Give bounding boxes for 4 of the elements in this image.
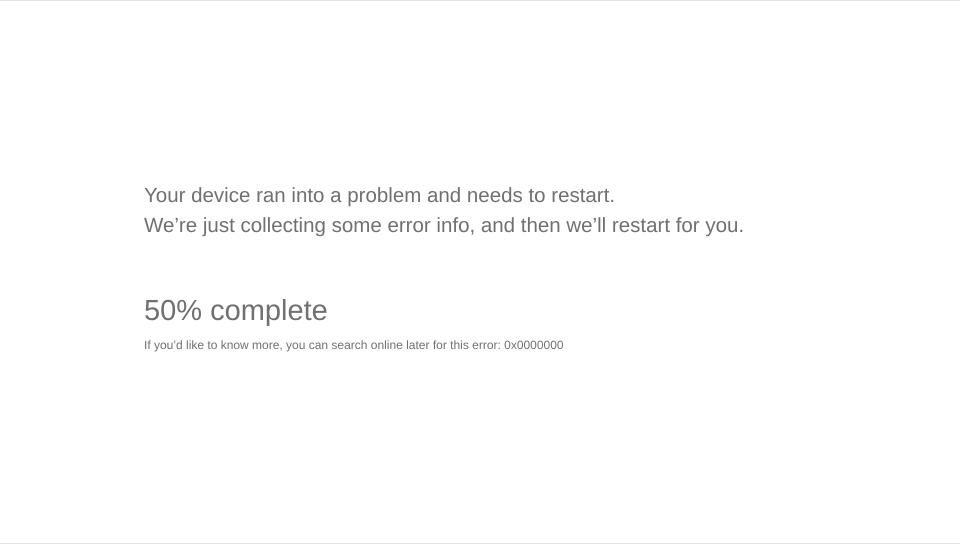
progress-text: 50% complete <box>144 294 329 329</box>
info-text: If you’d like to know more, you can search online later for this error: 0x0000000 <box>144 337 565 353</box>
error-message: We’re just collecting some error info, and then we’ll restart for you. <box>144 213 746 239</box>
error-message: Your device ran into a problem and needs to restart. <box>144 183 616 209</box>
